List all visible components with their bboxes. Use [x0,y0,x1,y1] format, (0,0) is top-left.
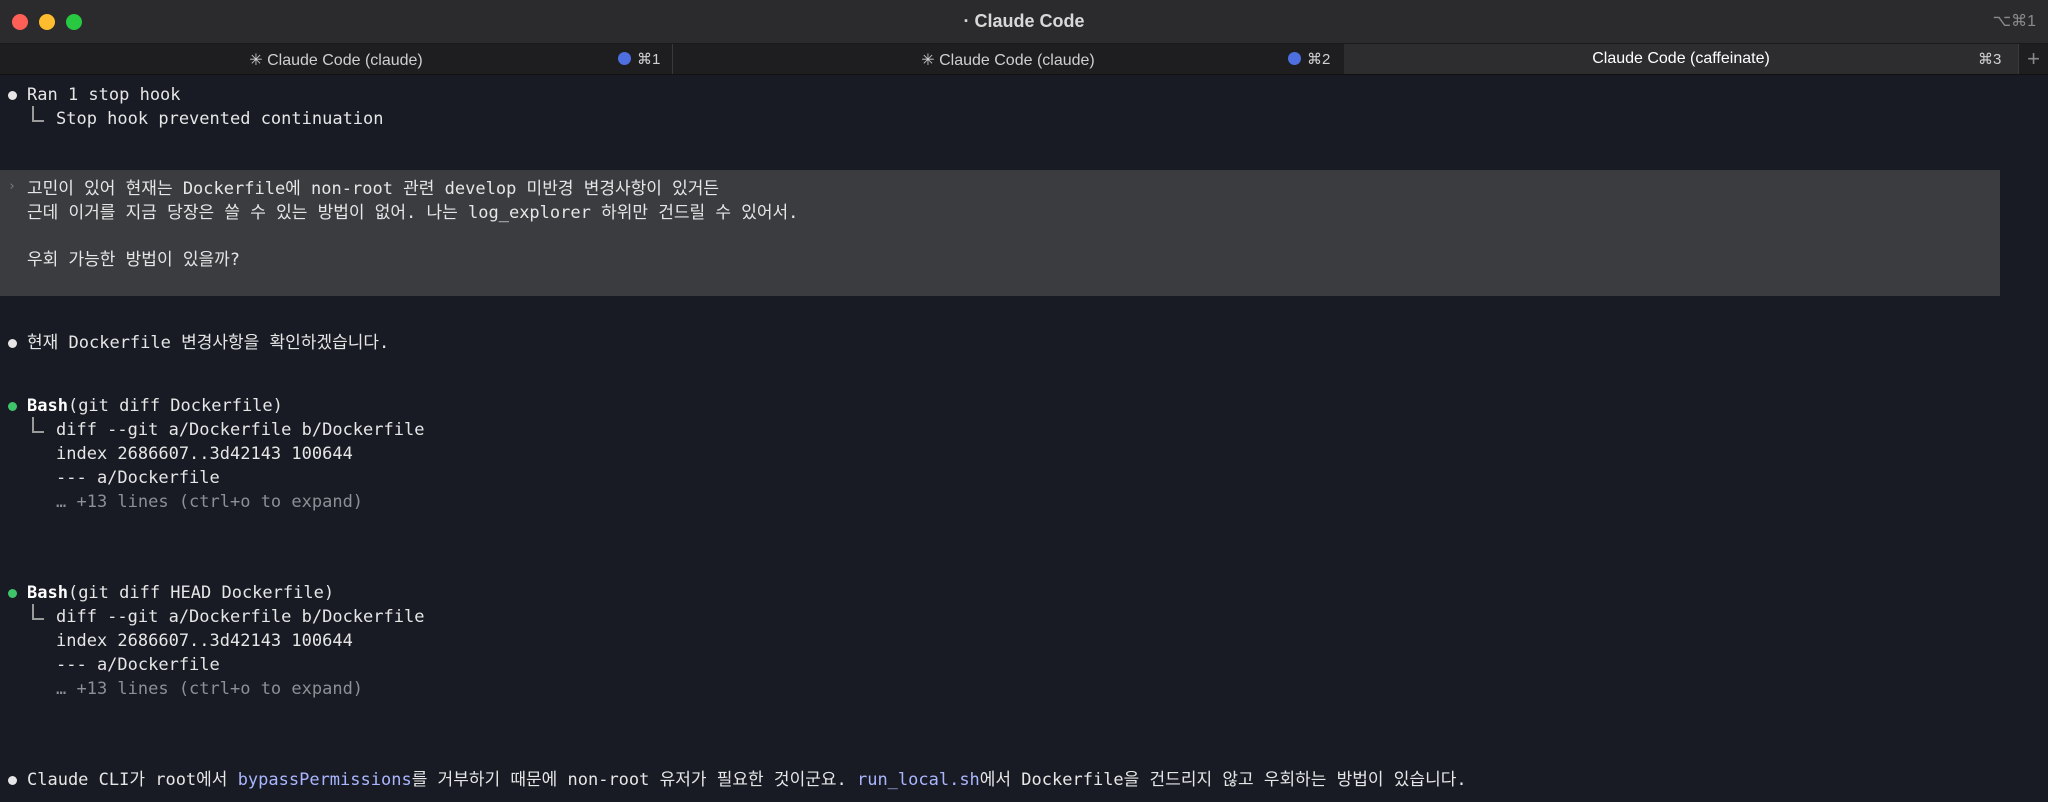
tree-branch-icon [32,417,44,433]
user-message-line-3: 우회 가능한 방법이 있을까? [27,250,240,270]
final-text-2: 를 거부하기 때문에 non-root 유저가 필요한 것이군요. [411,770,857,790]
tab-2-shortcut: ⌘2 [1307,51,1331,68]
final-text-3: 에서 Dockerfile을 건드리지 않고 우회하는 방법이 있습니다. [979,770,1467,790]
bullet-icon [8,776,17,785]
tree-branch-icon [32,604,44,620]
tab-1-activity-dot-icon [618,52,631,65]
final-text-1: Claude CLI가 root에서 [27,770,238,790]
terminal-output[interactable]: Ran 1 stop hook Stop hook prevented cont… [0,75,2048,802]
tool-call-1-output-2: index 2686607..3d42143 100644 [56,444,353,464]
title-bar: · Claude Code ⌥⌘1 [0,0,2048,44]
tool-call-2-output-1: diff --git a/Dockerfile b/Dockerfile [56,607,425,627]
tab-1-shortcut: ⌘1 [637,51,661,68]
tree-branch-icon [32,106,44,122]
tab-bar: ✳ Claude Code (claude) ⌘1 ✳ Claude Code … [0,44,2048,75]
assistant-final-message: Claude CLI가 root에서 bypassPermissions를 거부… [27,770,1467,790]
new-tab-button[interactable]: + [2027,46,2040,72]
tab-3-label: Claude Code (caffeinate) [1592,50,1770,67]
tool-call-1-expand[interactable]: … +13 lines (ctrl+o to expand) [56,492,363,512]
window-title: · Claude Code [963,11,1085,31]
hook-detail: Stop hook prevented continuation [56,109,384,129]
tool-call-2-name: Bash [27,583,68,603]
tool-call-1-args: (git diff Dockerfile) [67,396,283,416]
tool-call-2-expand[interactable]: … +13 lines (ctrl+o to expand) [56,679,363,699]
tool-success-bullet-icon [8,402,17,411]
prompt-icon: › [8,179,16,194]
bullet-icon [8,339,17,348]
user-message-line-1: 고민이 있어 현재는 Dockerfile에 non-root 관련 devel… [27,179,720,199]
user-message-line-2: 근데 이거를 지금 당장은 쓸 수 있는 방법이 없어. 나는 log_expl… [27,203,799,223]
tool-call-2-output-2: index 2686607..3d42143 100644 [56,631,353,651]
run-local-sh-link[interactable]: run_local.sh [857,770,980,790]
tab-1[interactable]: ✳ Claude Code (claude) ⌘1 [0,44,673,74]
tab-1-label: ✳ Claude Code (claude) [249,52,423,69]
bypass-permissions-link[interactable]: bypassPermissions [238,770,412,790]
tab-2-activity-dot-icon [1288,52,1301,65]
bullet-icon [8,91,17,100]
terminal-window: · Claude Code ⌥⌘1 ✳ Claude Code (claude)… [0,0,2048,802]
tab-2[interactable]: ✳ Claude Code (claude) ⌘2 [672,44,1345,74]
tool-call-2-args: (git diff HEAD Dockerfile) [67,583,335,603]
tool-success-bullet-icon [8,589,17,598]
tab-2-label: ✳ Claude Code (claude) [921,52,1095,69]
window-shortcut: ⌥⌘1 [1992,13,2036,30]
tool-call-1-name: Bash [27,396,68,416]
tool-call-1: Bash(git diff Dockerfile) [27,396,283,416]
tool-call-2-output-3: --- a/Dockerfile [56,655,220,675]
tab-3-shortcut: ⌘3 [1978,51,2002,68]
assistant-intro: 현재 Dockerfile 변경사항을 확인하겠습니다. [27,333,390,353]
tool-call-1-output-3: --- a/Dockerfile [56,468,220,488]
tab-3[interactable]: Claude Code (caffeinate) ⌘3 [1344,44,2019,74]
tool-call-1-output-1: diff --git a/Dockerfile b/Dockerfile [56,420,425,440]
hook-line: Ran 1 stop hook [27,85,181,105]
tool-call-2: Bash(git diff HEAD Dockerfile) [27,583,334,603]
